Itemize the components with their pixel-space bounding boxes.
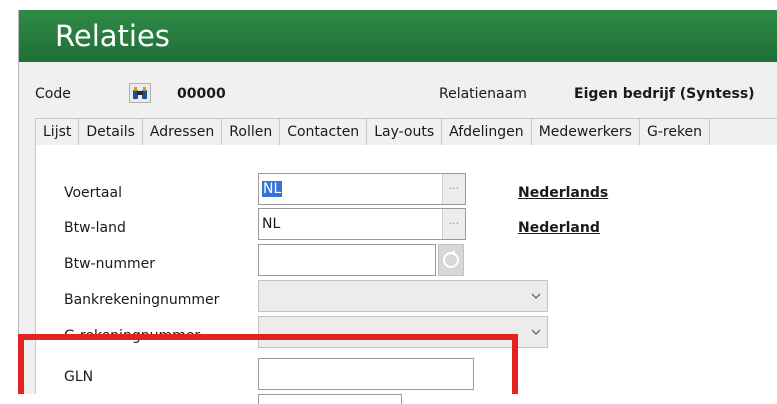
voertaal-label: Voertaal xyxy=(64,185,122,201)
window-title: Relaties xyxy=(19,10,777,62)
btw-land-value: NL xyxy=(262,216,281,232)
tab-rollen[interactable]: Rollen xyxy=(222,119,281,145)
bankrekening-label: Bankrekeningnummer xyxy=(64,292,220,308)
tab-afdelingen[interactable]: Afdelingen xyxy=(442,119,532,145)
chevron-down-icon xyxy=(531,329,541,335)
tab-adressen[interactable]: Adressen xyxy=(143,119,223,145)
refresh-icon xyxy=(443,250,459,268)
btw-nummer-field[interactable] xyxy=(258,244,436,276)
code-value: 00000 xyxy=(177,86,226,102)
tab-lay-outs[interactable]: Lay-outs xyxy=(367,119,443,145)
next-field-partial xyxy=(258,394,402,404)
relatienaam-value: Eigen bedrijf (Syntess) xyxy=(574,86,755,102)
btw-land-label: Btw-land xyxy=(64,220,126,236)
code-label: Code xyxy=(35,86,71,102)
btw-land-link[interactable]: Nederland xyxy=(518,220,600,236)
bankrekening-select[interactable] xyxy=(258,280,548,312)
voertaal-field[interactable]: NL ··· xyxy=(258,173,466,205)
voertaal-lookup-button[interactable]: ··· xyxy=(442,174,465,204)
btw-land-lookup-button[interactable]: ··· xyxy=(442,209,465,239)
voertaal-link[interactable]: Nederlands xyxy=(518,185,608,201)
gln-highlight-annotation xyxy=(18,334,518,394)
relatienaam-label: Relatienaam xyxy=(439,86,527,102)
binoculars-search-button[interactable] xyxy=(129,83,151,103)
btw-land-field[interactable]: NL ··· xyxy=(258,208,466,240)
binoculars-icon xyxy=(133,87,147,99)
tab-details[interactable]: Details xyxy=(79,119,143,145)
tab-g-rekening[interactable]: G-reken xyxy=(640,119,711,145)
btw-nummer-label: Btw-nummer xyxy=(64,256,155,272)
tab-contacten[interactable]: Contacten xyxy=(280,119,368,145)
chevron-down-icon xyxy=(531,293,541,299)
tab-bar: Lijst Details Adressen Rollen Contacten … xyxy=(35,118,777,146)
btw-check-button[interactable] xyxy=(438,244,464,276)
tab-medewerkers[interactable]: Medewerkers xyxy=(532,119,640,145)
header-row: Code 00000 Relatienaam Eigen bedrijf (Sy… xyxy=(19,62,777,118)
tab-lijst[interactable]: Lijst xyxy=(35,119,80,145)
voertaal-value: NL xyxy=(262,181,283,197)
